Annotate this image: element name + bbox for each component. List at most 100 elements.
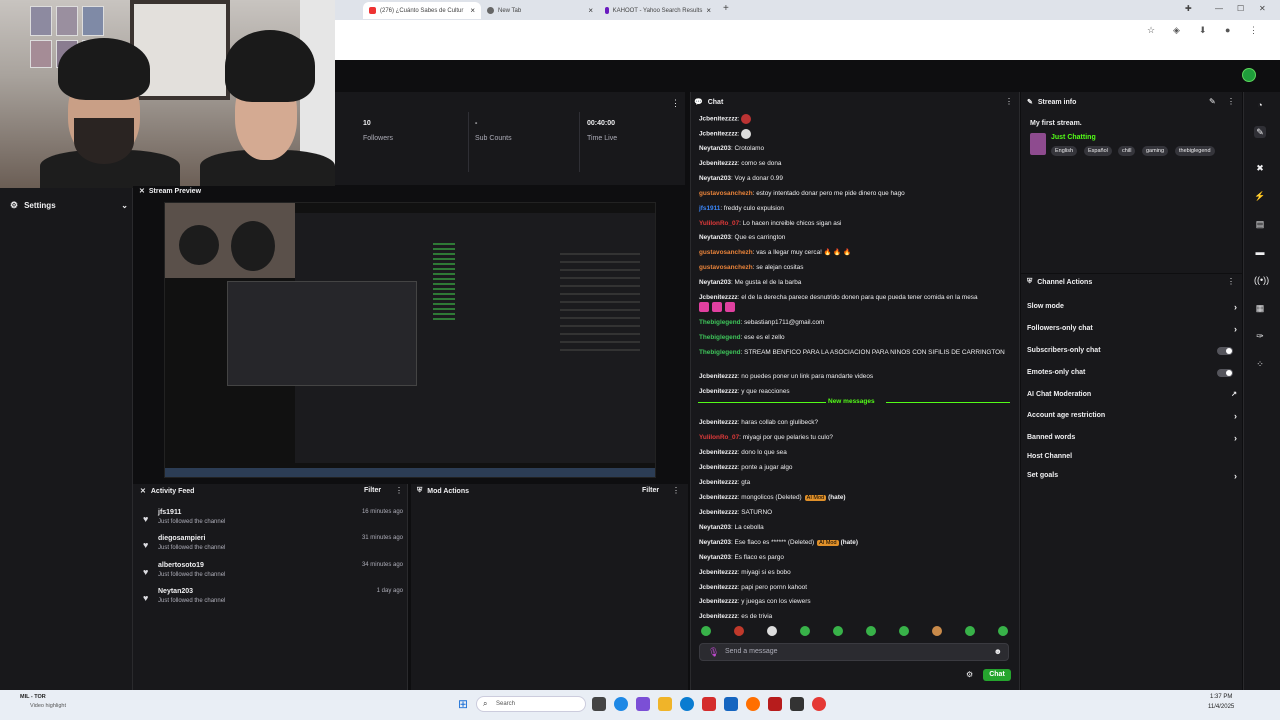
chat-username[interactable]: Jcbenitezzzz	[699, 584, 738, 591]
chat-username[interactable]: Neytan203	[699, 175, 731, 182]
chat-username[interactable]: Jcbenitezzzz	[699, 598, 738, 605]
app-icon[interactable]	[746, 697, 760, 711]
address-bar[interactable]: ☆ ◈ ⬇ ● ⋮	[335, 20, 1280, 42]
grid-icon[interactable]: ▦	[1254, 302, 1266, 314]
chat-username[interactable]: Jcbenitezzzz	[699, 419, 738, 426]
chat-username[interactable]: gustavosanchezh	[699, 249, 753, 256]
store-icon[interactable]	[724, 697, 738, 711]
chat-message[interactable]: Jcbenitezzzz: como se dona	[699, 159, 1011, 168]
chat-message[interactable]: Jcbenitezzzz: dono lo que sea	[699, 448, 1011, 457]
app-icon[interactable]	[768, 697, 782, 711]
kebab-menu-icon[interactable]: ⋮	[395, 486, 403, 495]
maximize-icon[interactable]: ☐	[1237, 4, 1244, 13]
chat-username[interactable]: Neytan203	[699, 279, 731, 286]
app-icon[interactable]	[790, 697, 804, 711]
chat-message[interactable]: Jcbenitezzzz: no puedes poner un link pa…	[699, 372, 1011, 381]
chat-message[interactable]: Neytan203: La cebolla	[699, 523, 1011, 532]
chat-username[interactable]: YuliIonRo_07	[699, 220, 739, 227]
mic-icon[interactable]: 🎙	[708, 644, 719, 660]
chat-message[interactable]: gustavosanchezh: estoy intentado donar p…	[699, 189, 1011, 198]
browser-tab[interactable]: KAHOOT - Yahoo Search Results ×	[599, 2, 717, 19]
window-close-icon[interactable]: ✕	[1259, 4, 1266, 13]
stats-menu-icon[interactable]: ⋮	[671, 98, 680, 109]
action-subscribers-only[interactable]: Subscribers-only chat	[1027, 347, 1237, 359]
action-emotes-only[interactable]: Emotes-only chat	[1027, 369, 1237, 381]
emote-button[interactable]	[767, 626, 777, 636]
kebab-menu-icon[interactable]: ⋮	[1227, 277, 1235, 286]
stream-tag[interactable]: chill	[1118, 146, 1136, 156]
chat-message[interactable]: Jcbenitezzzz: ponte a jugar algo	[699, 463, 1011, 472]
chat-icon[interactable]: ▤	[1254, 218, 1266, 230]
profile-icon[interactable]: ●	[1225, 25, 1230, 35]
chat-username[interactable]: Jcbenitezzzz	[699, 388, 738, 395]
mod-filter-button[interactable]: Filter	[642, 487, 659, 494]
downloads-icon[interactable]: ⬇	[1199, 25, 1207, 36]
chat-message[interactable]: gustavosanchezh: vas a llegar muy cerca!…	[699, 248, 1011, 257]
emote-button[interactable]	[866, 626, 876, 636]
feed-item[interactable]: ♥ jfs1911 Just followed the channel 16 m…	[143, 509, 403, 531]
emote-button[interactable]	[932, 626, 942, 636]
action-host-channel[interactable]: Host Channel	[1027, 453, 1237, 465]
chat-message[interactable]: YuliIonRo_07: miyagi por que pelaries tu…	[699, 433, 1011, 442]
emote-button[interactable]	[965, 626, 975, 636]
chat-message[interactable]: Jcbenitezzzz: miyagi si es bobo	[699, 568, 1011, 577]
app-icon[interactable]	[702, 697, 716, 711]
close-icon[interactable]: ×	[588, 6, 593, 15]
edge-icon[interactable]	[614, 697, 628, 711]
chat-message[interactable]: Jcbenitezzzz: papi pero pornn kahoot	[699, 583, 1011, 592]
chat-message[interactable]: Jcbenitezzzz: el de la derecha parece de…	[699, 293, 1011, 312]
chat-send-button[interactable]: Chat	[983, 669, 1011, 681]
chat-username[interactable]: jfs1911	[699, 205, 720, 212]
chat-username[interactable]: gustavosanchezh	[699, 264, 753, 271]
chat-username[interactable]: Jcbenitezzzz	[699, 464, 738, 471]
emote-button[interactable]	[701, 626, 711, 636]
chat-message[interactable]: YuliIonRo_07: Lo hacen increible chicos …	[699, 219, 1011, 228]
chat-message[interactable]: gustavosanchezh: se alejan cositas	[699, 263, 1011, 272]
chat-message[interactable]: Jcbenitezzzz: mongolicos (Deleted) AI Mod…	[699, 493, 1011, 503]
toggle-switch[interactable]	[1217, 347, 1233, 355]
chat-message[interactable]: Neytan203: Que es carrington	[699, 233, 1011, 242]
chat-message[interactable]: Neytan203: Ese flaco es ****** (Deleted)…	[699, 538, 1011, 548]
chat-message[interactable]: Jcbenitezzzz:	[699, 129, 1011, 139]
emote-button[interactable]	[899, 626, 909, 636]
chat-message[interactable]: Neytan203: Voy a donar 0.99	[699, 174, 1011, 183]
chat-message[interactable]: Jcbenitezzzz: SATURNO	[699, 508, 1011, 517]
action-account-age[interactable]: Account age restriction ›	[1027, 411, 1237, 424]
chat-username[interactable]: Thebiglegend	[699, 319, 741, 326]
clock-icon[interactable]: ◔	[1254, 99, 1266, 111]
feed-item[interactable]: ♥ albertosoto19 Just followed the channe…	[143, 562, 403, 584]
chat-message[interactable]: Neytan203: Es flaco es pargo	[699, 553, 1011, 562]
chat-username[interactable]: Jcbenitezzzz	[699, 449, 738, 456]
emote-button[interactable]	[734, 626, 744, 636]
chat-username[interactable]: YuliIonRo_07	[699, 434, 739, 441]
chat-username[interactable]: Neytan203	[699, 554, 731, 561]
chat-username[interactable]: Jcbenitezzzz	[699, 131, 738, 138]
activity-filter-button[interactable]: Filter	[364, 487, 381, 494]
action-ai-moderation[interactable]: AI Chat Moderation ↗	[1027, 391, 1237, 403]
edit-icon[interactable]: ✎	[1209, 97, 1216, 106]
chat-username[interactable]: Neytan203	[699, 539, 731, 546]
close-icon[interactable]: ✕	[140, 487, 146, 495]
settings-menu[interactable]: ⚙ Settings ⌄	[10, 198, 128, 212]
chat-username[interactable]: Jcbenitezzzz	[699, 160, 738, 167]
stream-tag[interactable]: English	[1051, 146, 1078, 156]
kebab-menu-icon[interactable]: ⋮	[1005, 97, 1013, 106]
menu-icon[interactable]: ⋮	[1249, 25, 1258, 36]
chat-username[interactable]: Neytan203	[699, 145, 731, 152]
message-icon[interactable]: ▬	[1254, 246, 1266, 258]
clock-date[interactable]: 11/4/2025	[1208, 704, 1234, 710]
action-banned-words[interactable]: Banned words ›	[1027, 433, 1237, 446]
chat-message[interactable]: Jcbenitezzzz: gta	[699, 478, 1011, 487]
kebab-menu-icon[interactable]: ⋮	[672, 486, 680, 495]
minimize-icon[interactable]: —	[1215, 4, 1223, 13]
emote-button[interactable]	[998, 626, 1008, 636]
close-icon[interactable]: ×	[470, 6, 475, 15]
chat-message[interactable]: Neytan203: Me gusta el de la barba	[699, 278, 1011, 287]
chat-username[interactable]: Jcbenitezzzz	[699, 569, 738, 576]
chat-settings-icon[interactable]: ⚙	[966, 670, 973, 679]
chat-message[interactable]: Thebiglegend: sebastianp1711@gmail.com	[699, 318, 1011, 327]
tab-search-icon[interactable]: ✚	[1185, 4, 1192, 13]
star-icon[interactable]: ☆	[1147, 25, 1155, 36]
taskbar-search[interactable]: ⌕ Search	[476, 696, 586, 712]
chat-message[interactable]: jfs1911: freddy culo expulsion	[699, 204, 1011, 213]
